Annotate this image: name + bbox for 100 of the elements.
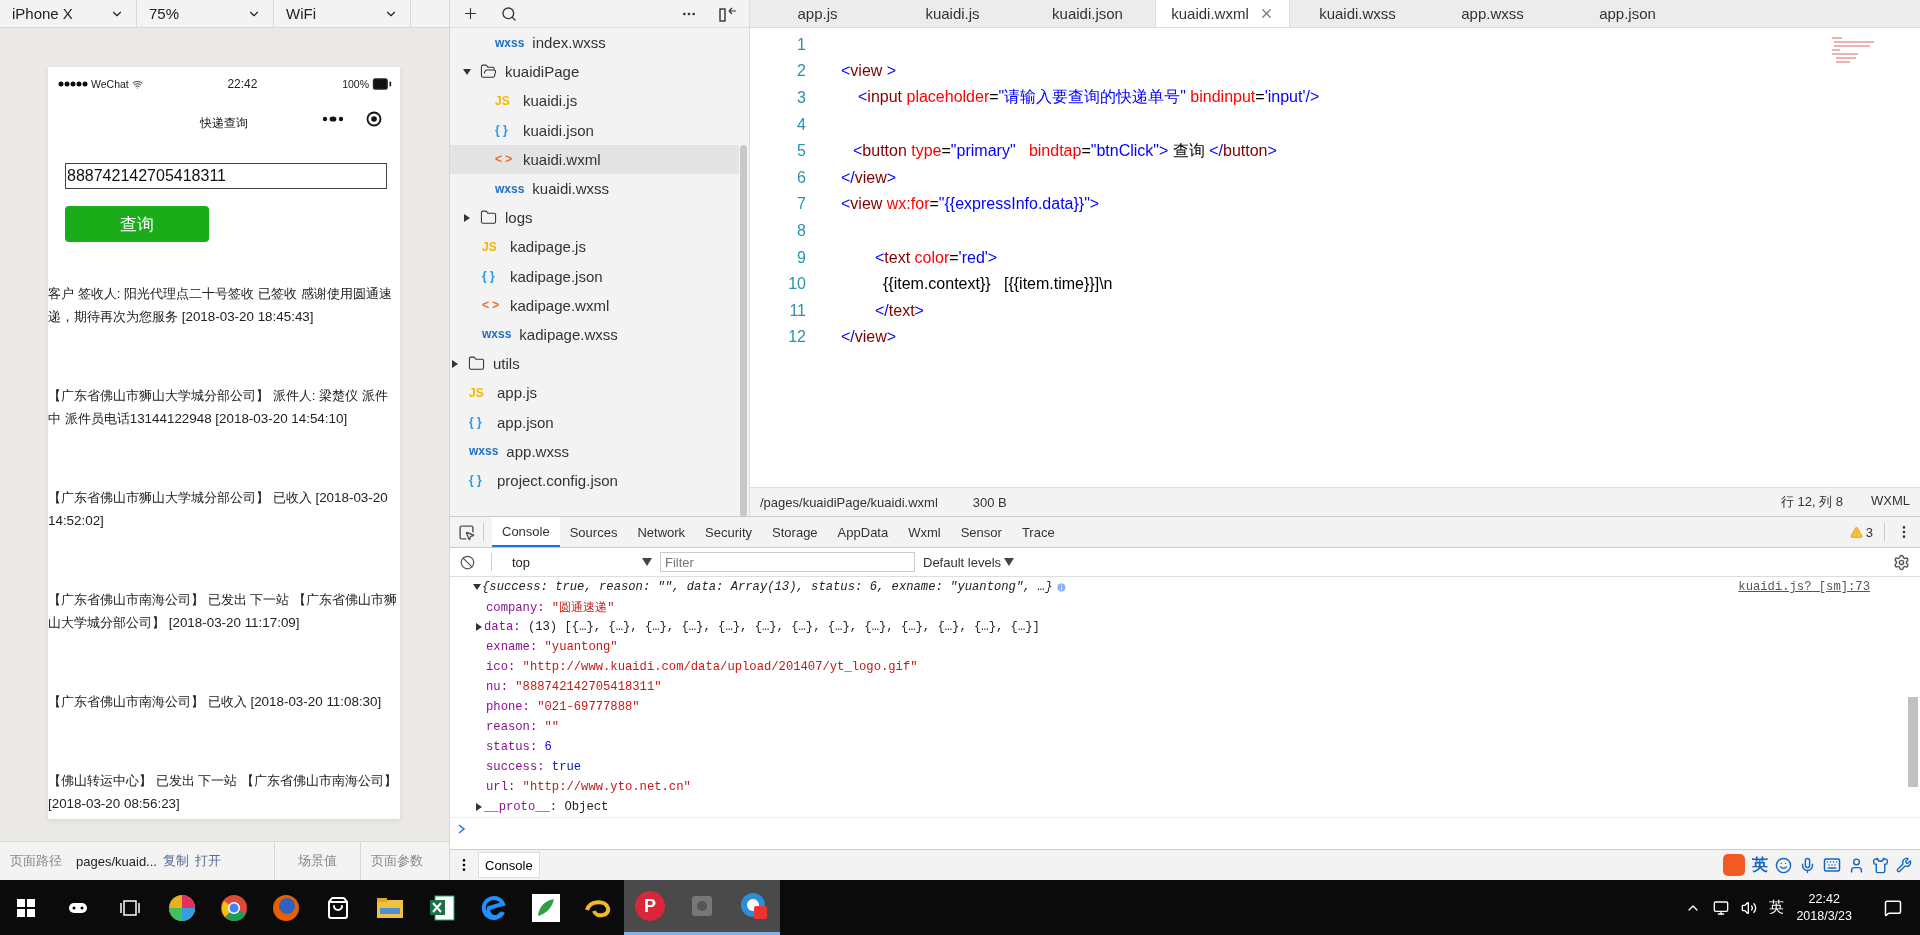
warning-icon [1849,525,1863,539]
expanded-arrow-icon[interactable] [462,66,472,77]
prompt-icon [458,824,466,834]
zoom-select[interactable]: 75% [137,0,274,27]
line-number: 11 [788,301,807,320]
settings-icon[interactable] [1893,553,1910,571]
taskbar-app[interactable] [728,880,780,935]
file-item[interactable]: { } kuaidi.json [450,115,739,145]
file-type-icon: wxss [495,181,525,196]
property-line: status: 6 [486,740,552,754]
context-select[interactable]: top [508,554,652,570]
editor-tab[interactable]: kuaidi.js [885,0,1020,27]
devtools-tab[interactable]: Console [492,517,560,547]
open-link[interactable]: 打开 [194,852,221,870]
file-item[interactable]: { } app.json [450,407,739,437]
input-mode-text[interactable]: 英 [1752,854,1768,876]
add-icon[interactable] [462,5,479,22]
filter-field[interactable]: Filter [660,552,915,572]
collapsed-arrow-icon[interactable] [462,212,472,223]
devtools-tab[interactable]: Trace [1011,517,1065,547]
property-line: exname: "yuantong" [486,640,618,654]
volume-icon[interactable] [1741,899,1758,916]
expanded-arrow-icon[interactable] [472,582,482,592]
folder-item[interactable]: kuaidiPage [450,57,739,87]
info-icon [1056,581,1068,593]
file-type-icon: wxss [482,327,512,342]
signal-dots-icon [58,81,88,87]
levels-select[interactable]: Default levels [923,554,1015,570]
code-line: <view > [841,62,897,81]
editor-tab[interactable]: app.js [750,0,885,27]
letter-app-icon: P [635,891,665,921]
editor-tab[interactable]: kuaidi.wxss [1290,0,1425,27]
user-icon[interactable] [1848,856,1865,874]
editor-tab[interactable]: app.wxss [1425,0,1560,27]
tracking-entry: 【广东省佛山市南海公司】 已收入 [2018-03-20 11:08:30] [48,693,383,711]
record-icon[interactable] [366,111,382,127]
clock[interactable]: 22:42 2018/3/23 [1796,890,1852,925]
file-type-icon: < > [482,298,502,313]
copy-link[interactable]: 复制 [162,852,189,870]
collapsed-arrow-icon[interactable] [474,622,484,632]
file-type-icon: JS [482,239,502,254]
file-item[interactable]: < > kuaidi.wxml [450,144,739,174]
file-item[interactable]: wxss index.wxss [450,28,739,58]
file-item[interactable]: JS kadipage.js [450,232,739,262]
devtools-tab[interactable]: Sensor [950,517,1012,547]
collapsed-arrow-icon[interactable] [450,358,460,369]
devtools-tab[interactable]: Storage [762,517,828,547]
file-item[interactable]: wxss app.wxss [450,436,739,466]
line-number: 6 [796,168,807,187]
devtools-tab[interactable]: AppData [827,517,899,547]
controller-icon [68,900,88,915]
scrollbar[interactable] [1908,697,1918,787]
line-number: 10 [787,275,807,294]
microphone-icon[interactable] [1799,856,1816,874]
warning-count: 3 [1865,524,1873,540]
smile-icon[interactable] [1775,856,1792,874]
more-icon[interactable] [322,116,344,122]
devtools-tab[interactable]: Sources [559,517,628,547]
file-item[interactable]: wxss kuaidi.wxss [450,173,739,204]
keyboard-icon[interactable] [1823,856,1841,874]
file-item[interactable]: wxss kadipage.wxss [450,319,739,350]
editor-tab[interactable]: app.json [1560,0,1695,27]
devtools-tab[interactable]: Security [695,517,763,547]
notification-icon[interactable] [1884,898,1902,917]
wrench-icon[interactable] [1896,857,1912,873]
language-mode: WXML [1871,493,1910,510]
file-item[interactable]: { } kadipage.json [450,261,739,291]
search-icon[interactable] [501,5,517,22]
cursor-position: 行 12, 列 8 [1780,493,1843,511]
editor-tab[interactable]: kuaidi.json [1020,0,1155,27]
round-browser-icon [220,893,248,922]
folder-item[interactable]: logs [450,203,739,233]
collapsed-arrow-icon[interactable] [474,802,484,812]
file-type-icon: { } [469,473,489,488]
code-line: </view> [841,168,897,187]
file-item[interactable]: JS kuaidi.js [450,86,739,116]
folder-item[interactable]: utils [450,349,739,379]
editor-tab[interactable]: kuaidi.wxml [1155,0,1290,27]
taskbar-app[interactable]: P [624,880,676,935]
property-line: __proto__: Object [484,800,609,814]
scrollbar[interactable] [740,145,747,517]
devtools-tab[interactable]: Wxml [898,517,951,547]
shirt-icon[interactable] [1872,856,1889,874]
devtools-tab[interactable]: Network [627,517,696,547]
caret-icon [642,558,652,566]
input-mode-text[interactable]: 英 [1769,898,1785,917]
collapse-panel-icon[interactable] [719,5,737,22]
clear-console-icon[interactable] [460,554,475,570]
file-item[interactable]: { } project.config.json [450,465,739,495]
drawer-tab[interactable]: Console [478,852,540,878]
device-select[interactable]: iPhone X [0,0,137,27]
tracking-entry: 【广东省佛山市狮山大学城分部公司】 已收入 [2018-03-20 14:52:02] [48,489,389,530]
network-select[interactable]: WiFi [274,0,411,27]
file-item[interactable]: JS app.js [450,378,739,408]
source-link[interactable]: kuaidi.js? [sm]:73 [1738,580,1870,594]
inspect-icon[interactable] [458,523,475,541]
tracking-number-field[interactable]: 888742142705418311 [65,163,387,189]
file-item[interactable]: < > kadipage.wxml [450,290,739,320]
file-type-icon: { } [482,269,502,284]
monitor-icon[interactable] [1713,899,1730,916]
